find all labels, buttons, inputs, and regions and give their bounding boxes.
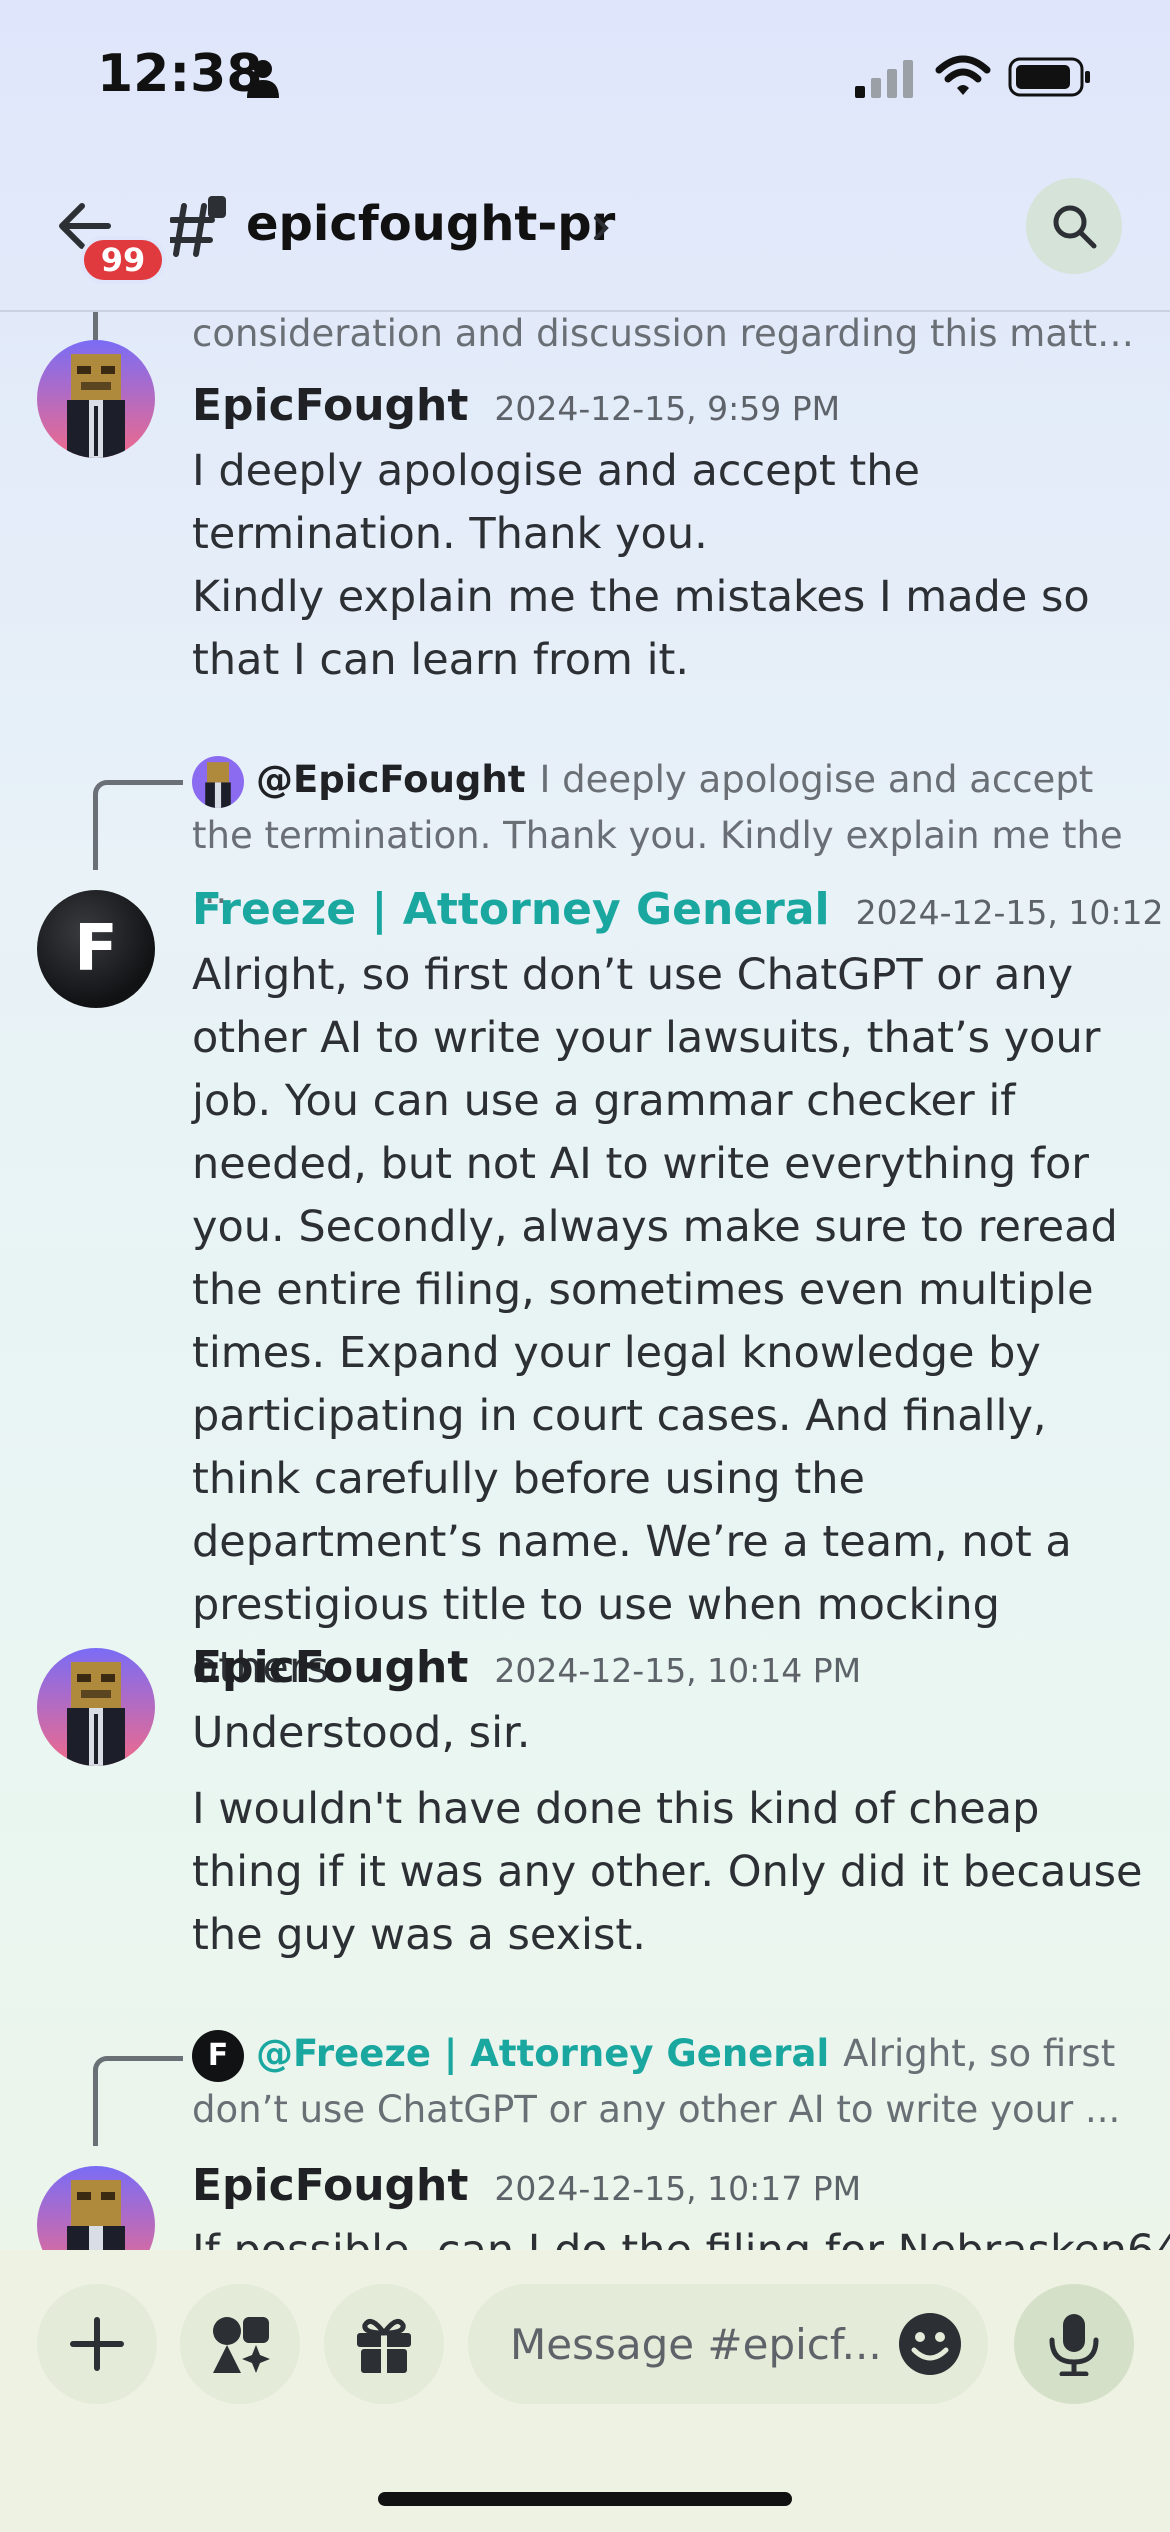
pixel-avatar-image <box>192 755 244 808</box>
apps-button[interactable] <box>180 2284 300 2404</box>
add-attachment-button[interactable] <box>37 2284 157 2404</box>
message-timestamp: 2024-12-15, 9:59 PM <box>494 389 841 428</box>
message-timestamp: 2024-12-15, 10:12 PM <box>855 893 1170 932</box>
message-timestamp: 2024-12-15, 10:14 PM <box>494 1651 862 1690</box>
author-name[interactable]: EpicFought <box>192 380 468 431</box>
message-composer: Message #epicf... <box>0 2250 1170 2532</box>
message-text: Understood, sir. <box>192 1708 531 1758</box>
plus-icon <box>70 2317 124 2371</box>
battery-icon <box>1008 57 1090 97</box>
avatar[interactable] <box>37 340 155 458</box>
channel-header: 99 epicfought-pr <box>0 160 1170 312</box>
author-name[interactable]: EpicFought <box>192 1642 468 1693</box>
unread-badge: 99 <box>80 236 166 284</box>
message-text: I wouldn't have done this kind of cheap … <box>192 1784 1143 1960</box>
message-text: I deeply apologise and accept the termin… <box>192 446 920 559</box>
message-text: Alright, so first don’t use ChatGPT or a… <box>192 950 1118 1693</box>
channel-title[interactable]: epicfought-pr <box>246 196 615 252</box>
message-text: If possible, can I do the filing for Neb… <box>192 2220 1170 2250</box>
message-text: Kindly explain me the mistakes I made so… <box>192 572 1090 685</box>
gift-button[interactable] <box>324 2284 444 2404</box>
status-time: 12:38 <box>97 44 263 104</box>
wifi-icon <box>935 55 991 95</box>
author-name[interactable]: Freeze | Attorney General <box>192 884 830 935</box>
avatar[interactable]: F <box>37 890 155 1008</box>
reply-mention[interactable]: @Freeze | Attorney General <box>256 2032 829 2075</box>
message-input[interactable]: Message #epicf... <box>468 2284 988 2404</box>
status-bar: 12:38 <box>0 0 1170 160</box>
message-author[interactable]: Freeze | Attorney General 2024-12-15, 10:… <box>192 884 1170 935</box>
signal-icon <box>855 60 913 98</box>
reply-avatar: F <box>192 2029 244 2082</box>
emoji-icon[interactable] <box>898 2312 962 2376</box>
message-timestamp: 2024-12-15, 10:17 PM <box>494 2169 862 2208</box>
voice-message-button[interactable] <box>1014 2284 1134 2404</box>
reply-avatar-letter: F <box>207 2038 229 2073</box>
pixel-avatar-image <box>37 2166 155 2250</box>
reply-avatar <box>192 755 244 808</box>
chevron-right-icon[interactable] <box>590 210 614 246</box>
avatar[interactable] <box>37 2166 155 2250</box>
message-author[interactable]: EpicFought 2024-12-15, 9:59 PM <box>192 380 840 431</box>
gift-icon <box>357 2318 411 2373</box>
person-icon <box>247 60 279 98</box>
avatar[interactable] <box>37 1648 155 1766</box>
message-placeholder: Message #epicf... <box>510 2319 882 2369</box>
microphone-icon <box>1049 2314 1099 2376</box>
apps-icon <box>213 2317 270 2373</box>
search-button[interactable] <box>1026 178 1122 274</box>
pixel-avatar-image <box>37 1648 155 1766</box>
search-icon <box>1053 205 1097 249</box>
reply-preview[interactable]: F @Freeze | Attorney General Alright, so f… <box>192 2026 1147 2137</box>
reply-connector <box>93 2056 183 2146</box>
message-list[interactable]: consideration and discussion regarding t… <box>0 312 1170 2250</box>
reply-mention[interactable]: @EpicFought <box>256 758 525 801</box>
channel-thread-icon <box>170 196 226 257</box>
reply-connector <box>93 780 183 870</box>
home-indicator[interactable] <box>378 2492 792 2506</box>
message-author[interactable]: EpicFought 2024-12-15, 10:17 PM <box>192 2160 861 2211</box>
truncated-message-text: consideration and discussion regarding t… <box>192 312 1152 355</box>
avatar-letter: F <box>74 912 118 986</box>
pixel-avatar-image <box>37 340 155 458</box>
message-author[interactable]: EpicFought 2024-12-15, 10:14 PM <box>192 1642 861 1693</box>
author-name[interactable]: EpicFought <box>192 2160 468 2211</box>
